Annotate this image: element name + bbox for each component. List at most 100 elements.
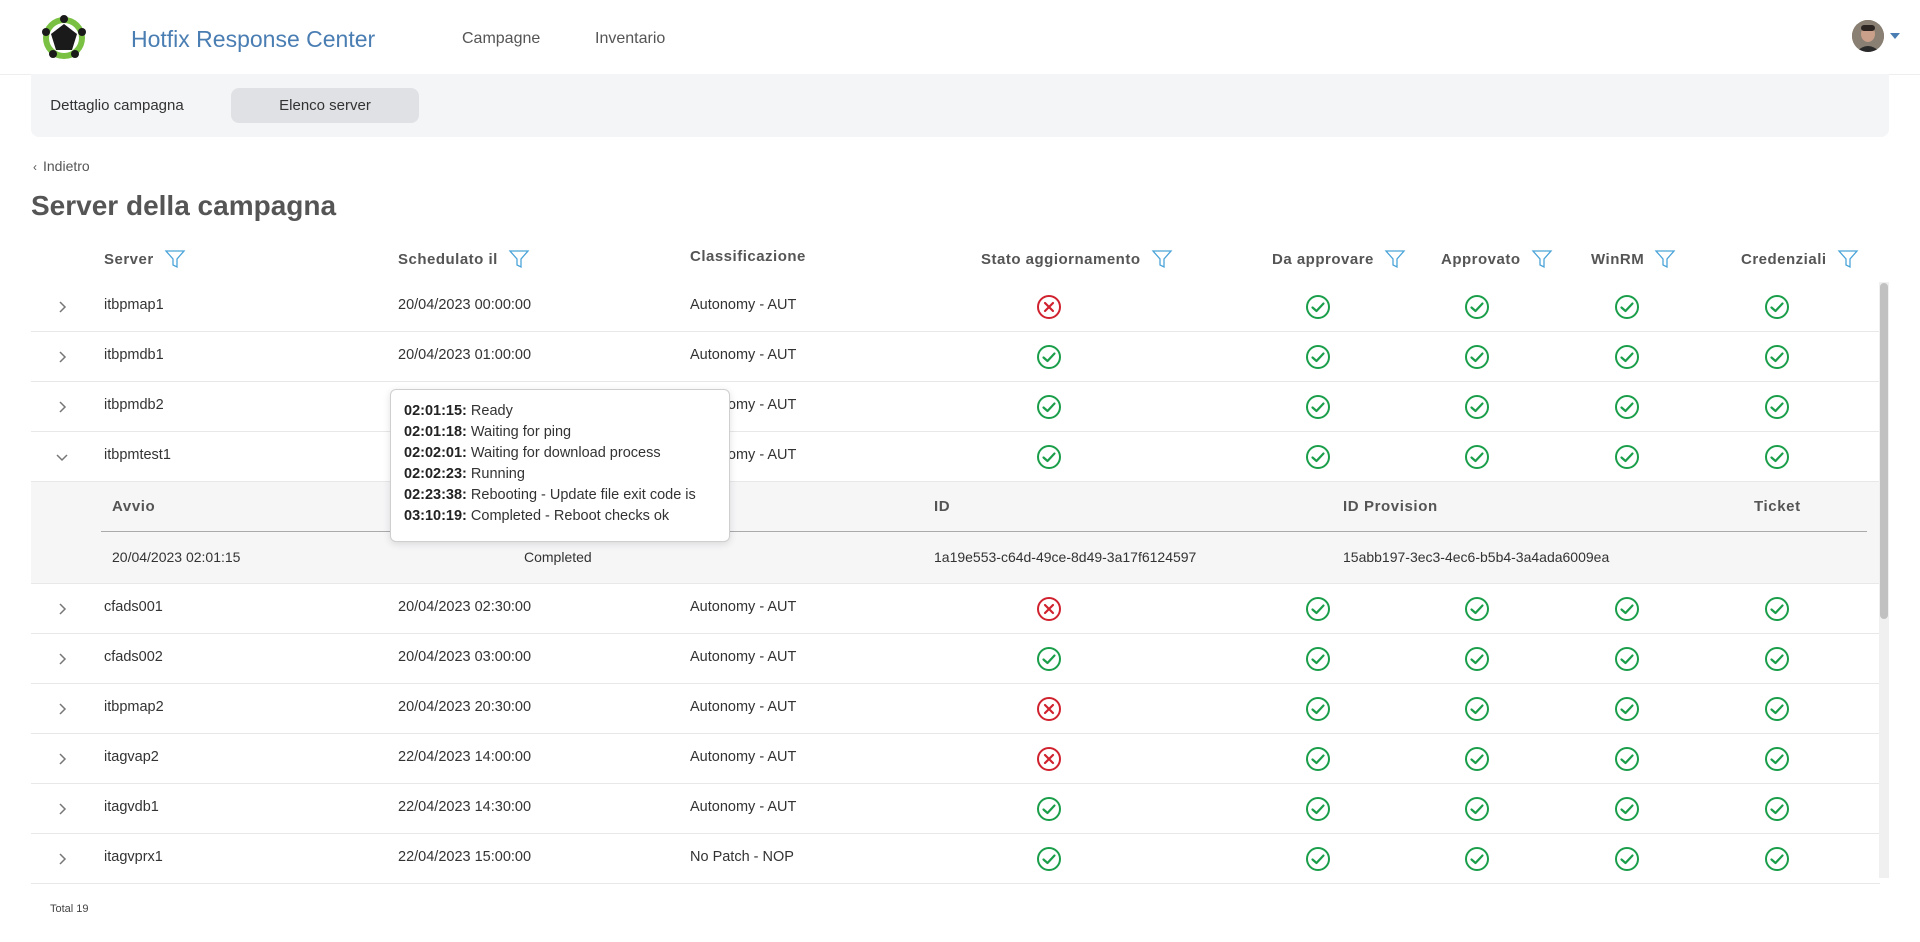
cell-server: itbpmap1 <box>104 297 164 313</box>
avatar-image-icon <box>1852 20 1884 52</box>
tooltip-time: 02:23:38: <box>404 487 467 503</box>
table-row[interactable]: cfads001 20/04/2023 02:30:00 Autonomy - AU… <box>31 584 1880 634</box>
nav-inventario[interactable]: Inventario <box>595 30 665 48</box>
cell-classification: Autonomy - AUT <box>690 799 797 815</box>
cell-server: cfads002 <box>104 649 163 665</box>
col-approved-label: Approvato <box>1441 250 1521 268</box>
cell-server: itagvap2 <box>104 749 159 765</box>
row-detail-panel: Avvio ID ID Provision Ticket 20/04/2023 02:0… <box>31 482 1880 584</box>
cell-server: itbpmdb1 <box>104 347 164 363</box>
detail-id: 1a19e553-c64d-49ce-8d49-3a17f6124597 <box>934 549 1197 565</box>
cell-scheduled: 20/04/2023 02:30:00 <box>398 599 532 615</box>
detail-divider <box>101 531 1867 532</box>
detail-col-id-provision: ID Provision <box>1343 498 1438 515</box>
table-row[interactable]: itbpmap2 20/04/2023 20:30:00 Autonomy - AU… <box>31 684 1880 734</box>
tooltip-text: Completed - Reboot checks ok <box>466 508 670 524</box>
scrollbar-thumb[interactable] <box>1880 283 1888 619</box>
table-row[interactable]: itagvdb1 22/04/2023 14:30:00 Autonomy - AU… <box>31 784 1880 834</box>
nav-campagne[interactable]: Campagne <box>462 30 540 48</box>
cell-scheduled: 22/04/2023 14:30:00 <box>398 799 532 815</box>
chevron-right-icon[interactable] <box>54 801 70 817</box>
cell-classification: Autonomy - AUT <box>690 347 797 363</box>
table-row[interactable]: itagvprx1 22/04/2023 15:00:00 No Patch - N… <box>31 834 1880 884</box>
tooltip-line: 02:02:01: Waiting for download process <box>404 445 661 461</box>
col-scheduled-label: Schedulato il <box>398 250 498 268</box>
tooltip-text: Ready <box>466 403 513 419</box>
cell-server: itbpmap2 <box>104 699 164 715</box>
detail-start: 20/04/2023 02:01:15 <box>112 549 241 565</box>
detail-col-ticket: Ticket <box>1754 498 1801 515</box>
filter-icon[interactable] <box>1531 248 1553 270</box>
tooltip-time: 02:01:18: <box>404 424 467 440</box>
tooltip-line: 03:10:19: Completed - Reboot checks ok <box>404 508 669 524</box>
chevron-right-icon[interactable] <box>54 601 70 617</box>
cell-scheduled: 22/04/2023 15:00:00 <box>398 849 532 865</box>
detail-col-start: Avvio <box>112 498 156 515</box>
cell-scheduled: 20/04/2023 20:30:00 <box>398 699 532 715</box>
filter-icon[interactable] <box>1837 248 1859 270</box>
user-menu-caret-icon[interactable] <box>1890 33 1900 39</box>
tooltip-text: Waiting for ping <box>466 424 572 440</box>
chevron-right-icon[interactable] <box>54 349 70 365</box>
col-credentials-label: Credenziali <box>1741 250 1827 268</box>
filter-icon[interactable] <box>1151 248 1173 270</box>
status-history-tooltip: 02:01:15: Ready 02:01:18: Waiting for pin… <box>390 389 730 542</box>
detail-id-provision: 15abb197-3ec3-4ec6-b5b4-3a4ada6009ea <box>1343 549 1610 565</box>
cell-classification: Autonomy - AUT <box>690 649 797 665</box>
chevron-right-icon[interactable] <box>54 651 70 667</box>
filter-icon[interactable] <box>164 248 186 270</box>
table-row[interactable]: itbpmdb1 20/04/2023 01:00:00 Autonomy - AU… <box>31 332 1880 382</box>
user-avatar[interactable] <box>1852 20 1884 52</box>
tab-elenco-server[interactable]: Elenco server <box>231 88 419 123</box>
table-row[interactable]: itbpmap1 20/04/2023 00:00:00 Autonomy - AU… <box>31 282 1880 332</box>
app-logo-icon[interactable] <box>38 12 90 64</box>
col-approved: Approvato <box>1441 248 1553 270</box>
cell-classification: Autonomy - AUT <box>690 599 797 615</box>
app-title[interactable]: Hotfix Response Center <box>131 26 375 53</box>
app-header: Hotfix Response Center Campagne Inventar… <box>0 0 1920 75</box>
table-row[interactable]: itbpmtest1 Autonomy - AUT <box>31 432 1880 482</box>
back-link[interactable]: ‹ Indietro <box>33 158 90 174</box>
cell-server: itagvdb1 <box>104 799 159 815</box>
col-winrm: WinRM <box>1591 248 1676 270</box>
col-update-status: Stato aggiornamento <box>981 248 1173 270</box>
col-credentials: Credenziali <box>1741 248 1859 270</box>
page-title: Server della campagna <box>31 190 337 221</box>
table-row[interactable]: itbpmdb2 Autonomy - AUT <box>31 382 1880 432</box>
filter-icon[interactable] <box>1654 248 1676 270</box>
tooltip-line: 02:23:38: Rebooting - Update file exit c… <box>404 487 696 503</box>
tabs-bar: Dettaglio campagna Elenco server <box>31 74 1889 137</box>
cell-classification: No Patch - NOP <box>690 849 794 865</box>
tooltip-time: 02:02:23: <box>404 466 467 482</box>
tab-dettaglio-campagna[interactable]: Dettaglio campagna <box>48 88 186 123</box>
chevron-right-icon[interactable] <box>54 851 70 867</box>
table-row[interactable]: cfads002 20/04/2023 03:00:00 Autonomy - AU… <box>31 634 1880 684</box>
cell-server: itbpmtest1 <box>104 447 171 463</box>
tooltip-text: Waiting for download process <box>466 445 661 461</box>
detail-status[interactable]: Completed <box>524 549 592 565</box>
cell-scheduled: 20/04/2023 03:00:00 <box>398 649 532 665</box>
servers-table: Server Schedulato il Classificazione Sta… <box>31 238 1880 884</box>
tooltip-line: 02:01:18: Waiting for ping <box>404 424 571 440</box>
chevron-down-icon[interactable] <box>54 449 70 465</box>
filter-icon[interactable] <box>508 248 530 270</box>
chevron-left-icon: ‹ <box>33 160 37 174</box>
chevron-right-icon[interactable] <box>54 701 70 717</box>
col-classification: Classificazione <box>690 248 806 265</box>
filter-icon[interactable] <box>1384 248 1406 270</box>
tooltip-time: 02:01:15: <box>404 403 467 419</box>
detail-col-id: ID <box>934 498 951 515</box>
col-server: Server <box>104 248 186 270</box>
col-classification-label: Classificazione <box>690 248 806 265</box>
table-row[interactable]: itagvap2 22/04/2023 14:00:00 Autonomy - AU… <box>31 734 1880 784</box>
col-to-approve-label: Da approvare <box>1272 250 1374 268</box>
tooltip-line: 02:02:23: Running <box>404 466 525 482</box>
col-scheduled: Schedulato il <box>398 248 530 270</box>
chevron-right-icon[interactable] <box>54 399 70 415</box>
back-label: Indietro <box>43 158 90 174</box>
col-to-approve: Da approvare <box>1272 248 1406 270</box>
chevron-right-icon[interactable] <box>54 751 70 767</box>
chevron-right-icon[interactable] <box>54 299 70 315</box>
cell-scheduled: 20/04/2023 00:00:00 <box>398 297 532 313</box>
cell-server: itbpmdb2 <box>104 397 164 413</box>
